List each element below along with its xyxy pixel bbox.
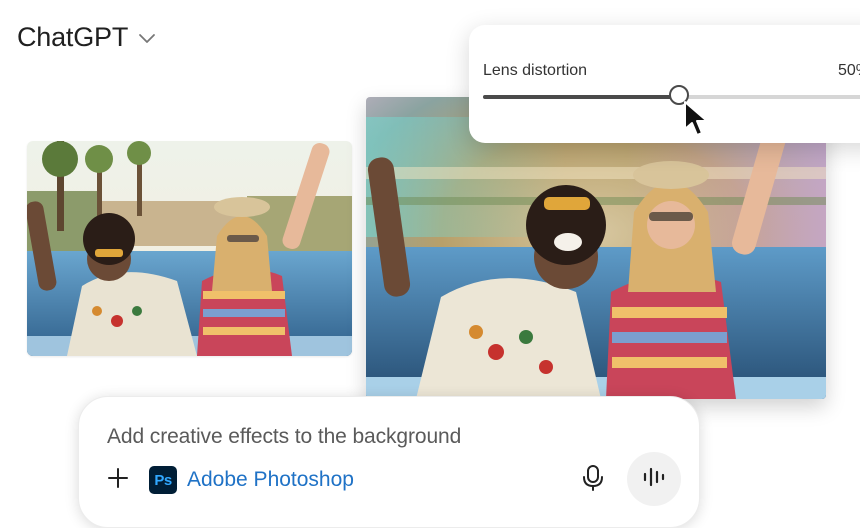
- add-button[interactable]: [105, 467, 131, 493]
- lens-distortion-panel: Lens distortion 50%: [469, 25, 860, 143]
- prompt-input[interactable]: Add creative effects to the background: [107, 425, 461, 449]
- slider-thumb[interactable]: [669, 85, 689, 105]
- slider-label: Lens distortion: [483, 62, 588, 79]
- photoshop-logo-icon: Ps: [149, 466, 177, 494]
- dictate-button[interactable]: [579, 464, 607, 497]
- voice-mode-button[interactable]: [627, 452, 681, 506]
- lens-distortion-slider[interactable]: [483, 85, 860, 105]
- slider-fill: [483, 95, 679, 99]
- plus-icon: [107, 467, 129, 494]
- slider-value: 50%: [838, 62, 860, 79]
- photoshop-tool-chip[interactable]: Ps Adobe Photoshop: [149, 466, 354, 494]
- tool-name: Adobe Photoshop: [187, 468, 354, 491]
- prompt-composer: Add creative effects to the background P…: [78, 396, 700, 528]
- app-title: ChatGPT: [17, 22, 129, 52]
- microphone-icon: [582, 464, 604, 497]
- voice-waveform-icon: [642, 466, 666, 493]
- original-photo: [27, 141, 352, 356]
- model-selector[interactable]: ChatGPT: [17, 22, 156, 53]
- chevron-down-icon: [138, 32, 156, 44]
